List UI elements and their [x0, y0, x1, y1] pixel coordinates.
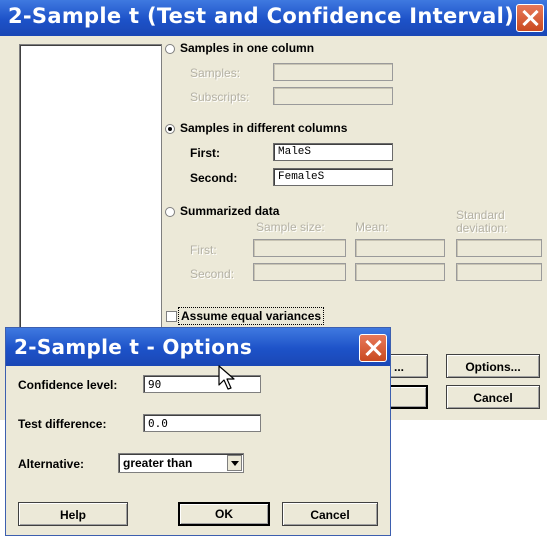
subscripts-field[interactable] [273, 87, 393, 105]
two-sample-t-options-dialog: 2-Sample t - Options Confidence level: 9… [5, 327, 391, 536]
options-titlebar[interactable]: 2-Sample t - Options [6, 328, 390, 366]
summarized-second-label: Second: [190, 267, 235, 281]
first-column-field[interactable]: MaleS [273, 143, 393, 161]
confidence-level-field[interactable]: 90 [143, 375, 261, 393]
subscripts-label: Subscripts: [190, 90, 250, 104]
assume-equal-variances-checkbox[interactable] [166, 311, 177, 322]
stddev-header-line2: deviation: [456, 221, 508, 235]
mean-header: Mean: [355, 220, 389, 234]
main-dialog-title: 2-Sample t (Test and Confidence Interval… [8, 4, 515, 28]
alternative-label: Alternative: [18, 457, 85, 471]
first-sample-size-field[interactable] [253, 239, 346, 257]
column-listbox[interactable] [19, 44, 162, 336]
samples-different-columns-label: Samples in different columns [180, 121, 348, 135]
radio-summarized-data[interactable] [165, 207, 175, 217]
confidence-level-label: Confidence level: [18, 378, 118, 392]
options-button[interactable]: Options... [446, 354, 540, 378]
second-stddev-field[interactable] [456, 263, 542, 281]
main-titlebar[interactable]: 2-Sample t (Test and Confidence Interval… [0, 0, 547, 36]
samples-one-column-label: Samples in one column [180, 41, 315, 55]
first-label: First: [190, 146, 220, 160]
first-mean-field[interactable] [355, 239, 445, 257]
options-dialog-title: 2-Sample t - Options [14, 335, 253, 359]
mouse-pointer-icon [218, 365, 235, 390]
main-close-icon[interactable] [516, 4, 544, 32]
samples-field[interactable] [273, 63, 393, 81]
options-ok-button[interactable]: OK [178, 502, 270, 526]
first-stddev-field[interactable] [456, 239, 542, 257]
second-column-field[interactable]: FemaleS [273, 168, 393, 186]
assume-equal-variances-label: Assume equal variances [178, 307, 325, 325]
second-mean-field[interactable] [355, 263, 445, 281]
alternative-value: greater than [123, 456, 193, 470]
dropdown-arrow-icon[interactable] [227, 455, 242, 471]
radio-samples-different-columns[interactable] [165, 124, 175, 134]
main-cancel-button[interactable]: Cancel [446, 385, 540, 409]
test-difference-field[interactable]: 0.0 [143, 414, 261, 432]
second-label: Second: [190, 171, 238, 185]
options-close-icon[interactable] [359, 334, 387, 362]
test-difference-label: Test difference: [18, 417, 107, 431]
radio-samples-one-column[interactable] [165, 44, 175, 54]
sample-size-header: Sample size: [256, 220, 325, 234]
help-button[interactable]: Help [18, 502, 128, 526]
summarized-data-label: Summarized data [180, 204, 280, 218]
summarized-first-label: First: [190, 243, 217, 257]
second-sample-size-field[interactable] [253, 263, 346, 281]
options-cancel-button[interactable]: Cancel [282, 502, 378, 526]
alternative-select[interactable]: greater than [118, 453, 244, 473]
stddev-header-line1: Standard [456, 208, 505, 222]
samples-label: Samples: [190, 66, 241, 80]
